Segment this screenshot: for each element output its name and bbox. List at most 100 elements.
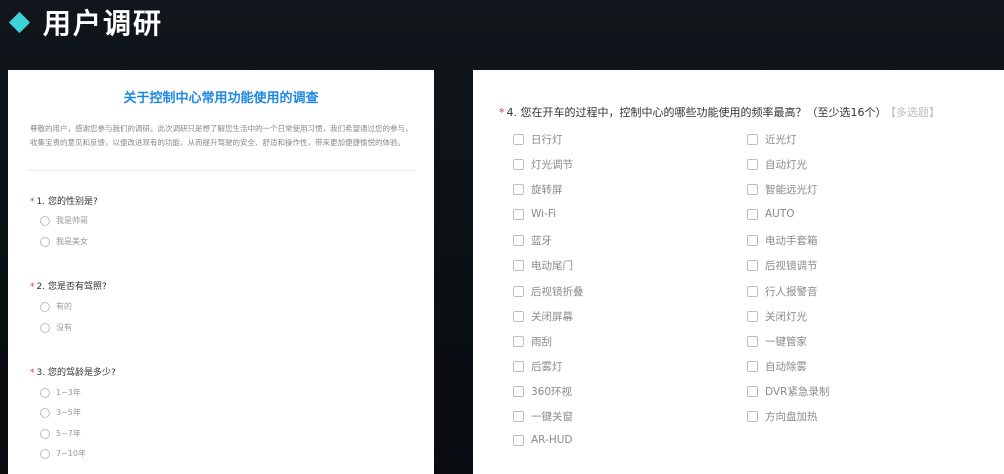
checkbox[interactable] bbox=[747, 361, 758, 372]
option-label: 行人报警音 bbox=[765, 286, 818, 298]
option-label: 灯光调节 bbox=[531, 159, 573, 171]
q4-option[interactable]: 灯光调节 bbox=[513, 157, 573, 172]
radio-button[interactable] bbox=[40, 428, 50, 439]
q4-option[interactable]: 智能远光灯 bbox=[747, 182, 818, 197]
q4-option[interactable]: 360环视 bbox=[513, 384, 572, 399]
question-3: * 3. 您的驾龄是多少? bbox=[30, 365, 116, 378]
checkbox[interactable] bbox=[747, 184, 758, 195]
multi-select-hint: 【多选题】 bbox=[890, 106, 941, 119]
option-label: 自动除雾 bbox=[765, 361, 807, 373]
q4-option[interactable]: 电动尾门 bbox=[513, 258, 573, 273]
checkbox[interactable] bbox=[747, 336, 758, 347]
radio-button[interactable] bbox=[40, 215, 50, 226]
q3-option-4[interactable]: 7~10年 bbox=[40, 448, 86, 459]
option-label: 一键关窗 bbox=[531, 411, 573, 423]
q4-option[interactable]: 自动灯光 bbox=[747, 157, 807, 172]
q4-option[interactable]: 自动除雾 bbox=[747, 359, 807, 374]
question-1: * 1. 您的性别是? bbox=[30, 194, 98, 207]
q4-option[interactable]: Wi-Fi bbox=[513, 208, 556, 220]
q4-option[interactable]: 旋转屏 bbox=[513, 182, 563, 197]
option-label: 7~10年 bbox=[56, 449, 86, 458]
option-label: 1~3年 bbox=[56, 388, 81, 397]
required-star: * bbox=[30, 197, 35, 207]
option-label: AR-HUD bbox=[531, 434, 573, 446]
option-label: 日行灯 bbox=[531, 134, 563, 146]
checkbox[interactable] bbox=[747, 260, 758, 271]
checkbox[interactable] bbox=[513, 208, 524, 220]
q4-option[interactable]: DVR紧急录制 bbox=[747, 384, 829, 399]
radio-button[interactable] bbox=[40, 322, 50, 333]
q3-option-2[interactable]: 3~5年 bbox=[40, 407, 81, 418]
option-label: 后雾灯 bbox=[531, 361, 563, 373]
q3-option-1[interactable]: 1~3年 bbox=[40, 387, 81, 398]
checkbox[interactable] bbox=[513, 235, 524, 246]
radio-button[interactable] bbox=[40, 301, 50, 312]
checkbox[interactable] bbox=[513, 386, 524, 397]
divider bbox=[28, 170, 416, 171]
checkbox[interactable] bbox=[747, 208, 758, 220]
radio-button[interactable] bbox=[40, 236, 50, 247]
checkbox[interactable] bbox=[513, 311, 524, 322]
checkbox[interactable] bbox=[747, 235, 758, 246]
q1-option-female[interactable]: 我是美女 bbox=[40, 236, 88, 247]
survey-panel-right: * 4. 您在开车的过程中，控制中心的哪些功能使用的频率最高？（至少选16个） 【多… bbox=[473, 70, 1004, 474]
q4-option[interactable]: 蓝牙 bbox=[513, 233, 552, 248]
radio-button[interactable] bbox=[40, 407, 50, 418]
option-label: 有的 bbox=[56, 302, 72, 311]
q4-option[interactable]: 关闭屏幕 bbox=[513, 309, 573, 324]
option-label: 智能远光灯 bbox=[765, 184, 818, 196]
checkbox[interactable] bbox=[747, 311, 758, 322]
checkbox[interactable] bbox=[747, 286, 758, 297]
q4-option[interactable]: 一键关窗 bbox=[513, 409, 573, 424]
question-3-label: 3. 您的驾龄是多少? bbox=[36, 368, 116, 378]
q3-option-3[interactable]: 5~7年 bbox=[40, 428, 81, 439]
checkbox[interactable] bbox=[747, 159, 758, 170]
checkbox[interactable] bbox=[747, 411, 758, 422]
checkbox[interactable] bbox=[513, 184, 524, 195]
q4-option[interactable]: 日行灯 bbox=[513, 132, 563, 147]
checkbox[interactable] bbox=[513, 361, 524, 372]
checkbox[interactable] bbox=[513, 260, 524, 271]
checkbox[interactable] bbox=[513, 159, 524, 170]
option-label: 自动灯光 bbox=[765, 159, 807, 171]
checkbox[interactable] bbox=[513, 336, 524, 347]
option-label: 后视镜折叠 bbox=[531, 286, 584, 298]
checkbox[interactable] bbox=[513, 286, 524, 297]
option-label: 没有 bbox=[56, 323, 72, 332]
option-label: 电动手套箱 bbox=[765, 235, 818, 247]
option-label: 雨刮 bbox=[531, 336, 552, 348]
option-label: 关闭灯光 bbox=[765, 311, 807, 323]
q1-option-male[interactable]: 我是帅哥 bbox=[40, 215, 88, 226]
required-star: * bbox=[30, 282, 35, 292]
question-4: * 4. 您在开车的过程中，控制中心的哪些功能使用的频率最高？（至少选16个） 【多… bbox=[499, 104, 940, 120]
q4-option[interactable]: AR-HUD bbox=[513, 434, 573, 446]
option-label: 蓝牙 bbox=[531, 235, 552, 247]
q4-option[interactable]: AUTO bbox=[747, 208, 795, 220]
q4-option[interactable]: 电动手套箱 bbox=[747, 233, 818, 248]
checkbox[interactable] bbox=[513, 134, 524, 145]
option-label: 3~5年 bbox=[56, 408, 81, 417]
radio-button[interactable] bbox=[40, 387, 50, 398]
q4-option[interactable]: 后视镜调节 bbox=[747, 258, 818, 273]
radio-button[interactable] bbox=[40, 448, 50, 459]
q4-option[interactable]: 行人报警音 bbox=[747, 284, 818, 299]
q4-option[interactable]: 一键管家 bbox=[747, 334, 807, 349]
option-label: 近光灯 bbox=[765, 134, 797, 146]
q4-option[interactable]: 方向盘加热 bbox=[747, 409, 818, 424]
checkbox[interactable] bbox=[513, 411, 524, 422]
q4-option[interactable]: 近光灯 bbox=[747, 132, 797, 147]
q4-option[interactable]: 后视镜折叠 bbox=[513, 284, 584, 299]
q2-option-no[interactable]: 没有 bbox=[40, 322, 72, 333]
question-4-label: 4. 您在开车的过程中，控制中心的哪些功能使用的频率最高？（至少选16个） bbox=[506, 106, 887, 119]
q4-option[interactable]: 关闭灯光 bbox=[747, 309, 807, 324]
checkbox[interactable] bbox=[747, 134, 758, 145]
q4-option[interactable]: 后雾灯 bbox=[513, 359, 563, 374]
option-label: 我是帅哥 bbox=[56, 216, 88, 225]
checkbox[interactable] bbox=[747, 386, 758, 397]
q2-option-yes[interactable]: 有的 bbox=[40, 301, 72, 312]
checkbox[interactable] bbox=[513, 434, 524, 446]
option-label: 方向盘加热 bbox=[765, 411, 818, 423]
option-label: 360环视 bbox=[531, 386, 573, 398]
q4-option[interactable]: 雨刮 bbox=[513, 334, 552, 349]
option-label: 一键管家 bbox=[765, 336, 807, 348]
